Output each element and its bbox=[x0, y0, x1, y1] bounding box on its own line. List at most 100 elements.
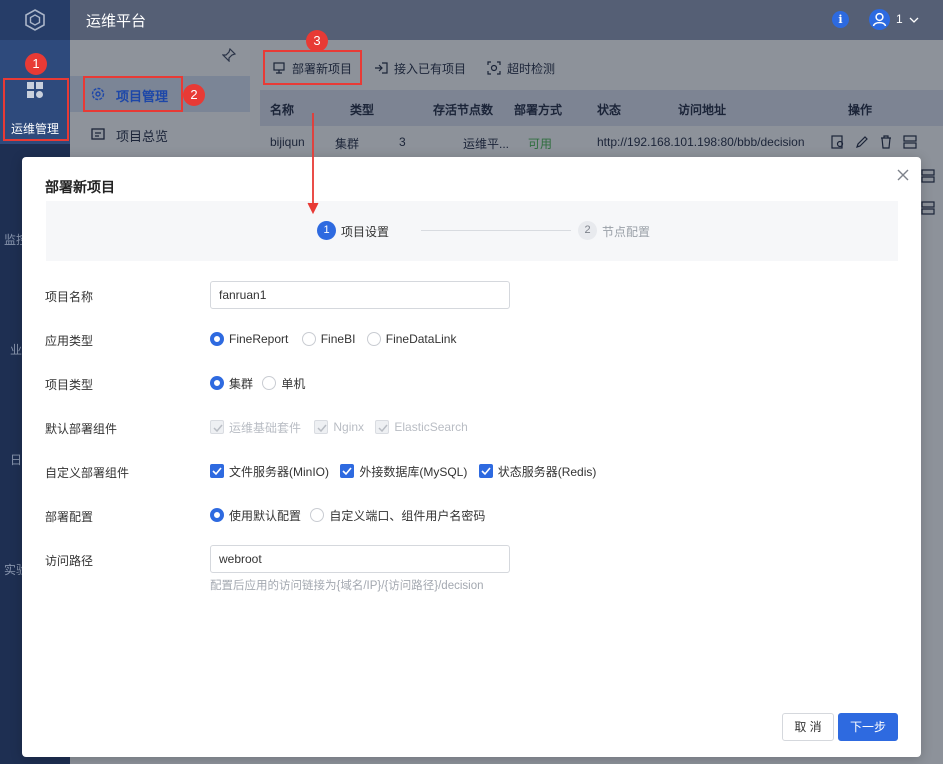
import-existing-project-button[interactable]: 接入已有项目 bbox=[374, 58, 466, 78]
server-icon[interactable] bbox=[920, 200, 936, 216]
next-step-button[interactable]: 下一步 bbox=[838, 713, 898, 741]
radio-unchecked-icon bbox=[301, 332, 316, 346]
step-label-project-settings: 项目设置 bbox=[341, 225, 390, 239]
overview-icon bbox=[91, 128, 105, 140]
cube-logo-icon bbox=[25, 9, 45, 31]
option-label: ElasticSearch bbox=[394, 420, 468, 434]
annotation-badge-2: 2 bbox=[183, 84, 205, 106]
column-header: 访问地址 bbox=[678, 103, 727, 117]
custom-components-row: 自定义部署组件 文件服务器(MinIO) 外接数据库(MySQL) 状态服务器(… bbox=[45, 457, 895, 487]
cell-alive-nodes: 3 bbox=[399, 135, 406, 149]
close-icon[interactable] bbox=[895, 167, 911, 183]
option-label: 状态服务器(Redis) bbox=[497, 464, 597, 479]
user-count: 1 bbox=[896, 12, 903, 26]
app-type-row: 应用类型 FineReport FineBI FineDataLink bbox=[45, 325, 895, 355]
option-label: 单机 bbox=[281, 376, 306, 391]
option-label: 外接数据库(MySQL) bbox=[359, 464, 468, 479]
custom-component-mysql-checkbox[interactable]: 外接数据库(MySQL) bbox=[340, 457, 467, 485]
dialog-title: 部署新项目 bbox=[45, 179, 115, 195]
app-title: 运维平台 bbox=[86, 13, 147, 30]
timeout-check-label: 超时检测 bbox=[507, 61, 556, 76]
chevron-down-icon[interactable] bbox=[908, 14, 920, 26]
radio-unchecked-icon bbox=[262, 376, 277, 390]
radio-unchecked-icon bbox=[310, 508, 325, 522]
option-label: FineReport bbox=[229, 332, 289, 346]
step-number-inactive: 2 bbox=[578, 221, 597, 240]
default-components-label: 默认部署组件 bbox=[45, 422, 118, 436]
access-path-input[interactable] bbox=[210, 545, 510, 573]
checkbox-checked-icon bbox=[478, 464, 493, 478]
app-type-finebi-radio[interactable]: FineBI bbox=[301, 325, 356, 353]
column-header: 状态 bbox=[597, 103, 622, 117]
nav-item-log[interactable]: 日 bbox=[10, 451, 22, 468]
custom-component-redis-checkbox[interactable]: 状态服务器(Redis) bbox=[478, 457, 597, 485]
import-icon bbox=[375, 62, 388, 74]
column-header: 名称 bbox=[270, 103, 295, 117]
option-label: 文件服务器(MinIO) bbox=[229, 464, 329, 479]
timeout-check-button[interactable]: 超时检测 bbox=[487, 58, 555, 78]
radio-unchecked-icon bbox=[366, 332, 381, 346]
pin-icon[interactable] bbox=[222, 48, 236, 62]
user-avatar-icon[interactable] bbox=[869, 9, 890, 30]
default-component-ops-suite-checkbox: 运维基础套件 bbox=[210, 413, 301, 441]
default-component-elasticsearch-checkbox: ElasticSearch bbox=[375, 413, 468, 441]
step-indicator: 1 项目设置 2 节点配置 bbox=[46, 201, 898, 261]
checkbox-disabled-icon bbox=[375, 420, 390, 434]
view-icon[interactable] bbox=[830, 134, 846, 150]
nav-item-business[interactable]: 业 bbox=[10, 341, 22, 358]
step-number-active: 1 bbox=[317, 221, 336, 240]
option-label: 运维基础套件 bbox=[229, 420, 302, 435]
option-label: 自定义端口、组件用户名密码 bbox=[329, 508, 486, 523]
project-type-row: 项目类型 集群 单机 bbox=[45, 369, 895, 399]
radio-checked-icon bbox=[210, 508, 224, 522]
access-path-row: 访问路径 配置后应用的访问链接为{域名/IP}/{访问路径}/decision bbox=[45, 545, 895, 595]
table-header: 名称 类型 存活节点数 部署方式 状态 访问地址 操作 bbox=[260, 90, 943, 126]
annotation-box-3 bbox=[263, 50, 362, 85]
app-type-finedatalink-radio[interactable]: FineDataLink bbox=[366, 325, 457, 353]
access-path-label: 访问路径 bbox=[45, 554, 94, 568]
app-type-finereport-radio[interactable]: FineReport bbox=[210, 325, 288, 353]
subnav-item-project-overview[interactable]: 项目总览 bbox=[70, 116, 250, 152]
subnav-item-label: 项目总览 bbox=[116, 129, 169, 144]
annotation-arrow bbox=[307, 113, 319, 215]
column-header: 存活节点数 bbox=[433, 103, 494, 117]
table-row[interactable]: bijiqun 集群 3 运维平... 可用 http://192.168.10… bbox=[260, 126, 943, 160]
import-existing-project-label: 接入已有项目 bbox=[394, 61, 467, 76]
app-logo[interactable] bbox=[0, 0, 70, 40]
access-path-hint: 配置后应用的访问链接为{域名/IP}/{访问路径}/decision bbox=[210, 580, 484, 592]
radio-checked-icon bbox=[210, 376, 224, 390]
annotation-box-2 bbox=[83, 76, 183, 112]
project-name-row: 项目名称 bbox=[45, 281, 895, 311]
option-label: FineBI bbox=[320, 332, 356, 346]
server-icon[interactable] bbox=[920, 168, 936, 184]
project-type-cluster-radio[interactable]: 集群 bbox=[210, 369, 253, 397]
top-bar: 运维平台 i 1 bbox=[70, 0, 943, 40]
custom-components-label: 自定义部署组件 bbox=[45, 466, 130, 480]
custom-component-minio-checkbox[interactable]: 文件服务器(MinIO) bbox=[210, 457, 329, 485]
deploy-config-label: 部署配置 bbox=[45, 510, 94, 524]
deploy-new-project-dialog: 部署新项目 1 项目设置 2 节点配置 项目名称 应用类型 FineReport… bbox=[22, 157, 921, 757]
annotation-badge-3: 3 bbox=[306, 30, 328, 52]
cell-type: 集群 bbox=[335, 137, 360, 151]
info-icon[interactable]: i bbox=[832, 11, 849, 28]
server-icon[interactable] bbox=[902, 134, 918, 150]
cell-deploy: 运维平... bbox=[463, 137, 510, 151]
scan-icon bbox=[487, 61, 501, 75]
option-label: FineDataLink bbox=[385, 332, 457, 346]
option-label: 使用默认配置 bbox=[229, 508, 302, 523]
delete-icon[interactable] bbox=[878, 134, 894, 150]
cancel-button[interactable]: 取 消 bbox=[782, 713, 834, 741]
deploy-config-custom-radio[interactable]: 自定义端口、组件用户名密码 bbox=[310, 501, 485, 529]
column-header: 部署方式 bbox=[514, 103, 563, 117]
column-header: 类型 bbox=[350, 103, 375, 117]
cell-url[interactable]: http://192.168.101.198:80/bbb/decision bbox=[597, 135, 805, 149]
checkbox-disabled-icon bbox=[314, 420, 329, 434]
option-label: Nginx bbox=[333, 420, 365, 434]
app-type-label: 应用类型 bbox=[45, 334, 94, 348]
radio-checked-icon bbox=[210, 332, 224, 346]
deploy-config-default-radio[interactable]: 使用默认配置 bbox=[210, 501, 301, 529]
checkbox-checked-icon bbox=[340, 464, 355, 478]
project-name-input[interactable] bbox=[210, 281, 510, 309]
edit-icon[interactable] bbox=[854, 134, 870, 150]
project-type-standalone-radio[interactable]: 单机 bbox=[262, 369, 305, 397]
